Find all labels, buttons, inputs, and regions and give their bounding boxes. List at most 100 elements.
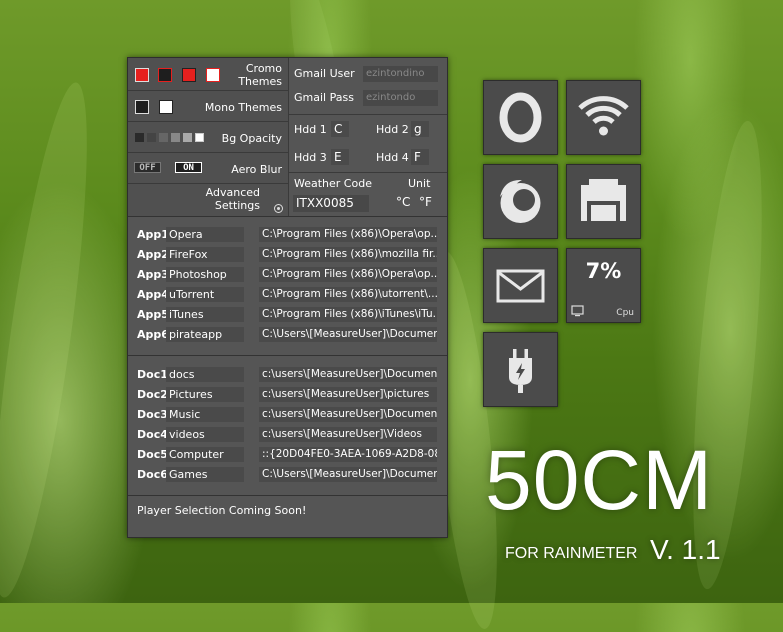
grass-blade [0, 78, 106, 602]
doc-row: Doc3 Music c:\users\[MeasureUser]\Docume… [128, 406, 447, 426]
app-path-input[interactable]: C:\Program Files (x86)\utorrent\... [259, 287, 437, 302]
opacity-step[interactable] [147, 133, 156, 142]
cromo-swatch-white[interactable] [206, 68, 220, 82]
divider [289, 172, 447, 173]
cromo-themes-row: Cromo Themes [128, 58, 288, 91]
divider [128, 355, 447, 356]
hdd3-input[interactable]: E [331, 149, 349, 165]
app-path-input[interactable]: C:\Program Files (x86)\iTunes\iTu... [259, 307, 437, 322]
app-path-input[interactable]: C:\Program Files (x86)\mozilla fir... [259, 247, 437, 262]
app-name-input[interactable]: FireFox [166, 247, 244, 262]
mail-icon [496, 269, 545, 303]
opera-tile[interactable] [483, 80, 558, 155]
cpu-tile[interactable]: 7% Cpu [566, 248, 641, 323]
aero-blur-label: Aero Blur [231, 163, 282, 176]
advanced-settings-row[interactable]: Advanced Settings [128, 184, 288, 216]
mono-swatch-black[interactable] [135, 100, 149, 114]
doc-name-input[interactable]: Pictures [166, 387, 244, 402]
doc-path-input[interactable]: c:\users\[MeasureUser]\Documents [259, 407, 437, 422]
hdd3-label: Hdd 3 [294, 151, 327, 164]
divider [128, 216, 447, 217]
opacity-step[interactable] [183, 133, 192, 142]
doc-row: Doc5 Computer ::{20D04FE0-3AEA-1069-A2D8… [128, 446, 447, 466]
doc-key: Doc5 [137, 448, 168, 461]
doc-name-input[interactable]: Music [166, 407, 244, 422]
weather-unit-label: Unit [408, 177, 431, 190]
brand-version: V. 1.1 [650, 534, 721, 565]
cromo-swatch-red-2[interactable] [182, 68, 196, 82]
opacity-step[interactable] [171, 133, 180, 142]
app-name-input[interactable]: pirateapp [166, 327, 244, 342]
app-key: App6 [137, 328, 169, 341]
explorer-folder-icon [581, 179, 626, 221]
bg-opacity-row: Bg Opacity [128, 122, 288, 153]
gmail-user-input[interactable]: ezintondino [363, 66, 438, 82]
mono-themes-row: Mono Themes [128, 91, 288, 122]
app-path-input[interactable]: C:\Program Files (x86)\Opera\op... [259, 227, 437, 242]
doc-name-input[interactable]: Computer [166, 447, 244, 462]
doc-row: Doc6 Games C:\Users\[MeasureUser]\Docume… [128, 466, 447, 486]
hdd1-input[interactable]: C [331, 121, 349, 137]
cromo-themes-label: Cromo Themes [238, 62, 282, 88]
app-path-input[interactable]: C:\Program Files (x86)\Opera\op... [259, 267, 437, 282]
doc-key: Doc1 [137, 368, 168, 381]
wifi-tile[interactable] [566, 80, 641, 155]
app-row: App5 iTunes C:\Program Files (x86)\iTune… [128, 306, 447, 326]
unit-fahrenheit-option[interactable]: °F [419, 195, 432, 209]
gear-icon[interactable] [274, 204, 283, 213]
settings-panel: Cromo Themes Mono Themes Bg Opacity OFF … [127, 57, 448, 538]
doc-name-input[interactable]: videos [166, 427, 244, 442]
app-key: App1 [137, 228, 169, 241]
doc-path-input[interactable]: c:\users\[MeasureUser]\Videos [259, 427, 437, 442]
app-name-input[interactable]: Photoshop [166, 267, 244, 282]
app-name-input[interactable]: Opera [166, 227, 244, 242]
brand-title: 50CM [485, 433, 714, 527]
doc-path-input[interactable]: c:\users\[MeasureUser]\Documents [259, 367, 437, 382]
doc-key: Doc4 [137, 428, 168, 441]
doc-path-input[interactable]: c:\users\[MeasureUser]\pictures [259, 387, 437, 402]
cpu-label: Cpu [616, 308, 634, 318]
aero-on-toggle[interactable]: ON [175, 162, 202, 173]
firefox-tile[interactable] [483, 164, 558, 239]
unit-celsius-option[interactable]: °C [396, 195, 410, 209]
app-path-input[interactable]: C:\Users\[MeasureUser]\Documen... [259, 327, 437, 342]
opera-icon [499, 92, 542, 143]
doc-name-input[interactable]: docs [166, 367, 244, 382]
mono-swatch-white[interactable] [159, 100, 173, 114]
app-name-input[interactable]: uTorrent [166, 287, 244, 302]
hdd2-label: Hdd 2 [376, 123, 409, 136]
gmail-pass-input[interactable]: ezintondo [363, 90, 438, 106]
explorer-tile[interactable] [566, 164, 641, 239]
aero-blur-row: OFF ON Aero Blur [128, 153, 288, 184]
opacity-step[interactable] [135, 133, 144, 142]
brand-subtitle: FOR RAINMETER [505, 545, 638, 562]
gmail-pass-label: Gmail Pass [294, 91, 354, 104]
app-key: App2 [137, 248, 169, 261]
app-row: App1 Opera C:\Program Files (x86)\Opera\… [128, 226, 447, 246]
app-row: App4 uTorrent C:\Program Files (x86)\uto… [128, 286, 447, 306]
cromo-swatch-black[interactable] [158, 68, 172, 82]
doc-name-input[interactable]: Games [166, 467, 244, 482]
hdd4-label: Hdd 4 [376, 151, 409, 164]
weather-code-input[interactable]: ITXX0085 [293, 195, 369, 212]
doc-key: Doc3 [137, 408, 168, 421]
power-tile[interactable] [483, 332, 558, 407]
doc-path-input[interactable]: C:\Users\[MeasureUser]\Documen... [259, 467, 437, 482]
opacity-step[interactable] [195, 133, 204, 142]
mail-tile[interactable] [483, 248, 558, 323]
app-key: App4 [137, 288, 169, 301]
opacity-step[interactable] [159, 133, 168, 142]
player-selection-text: Player Selection Coming Soon! [137, 504, 307, 517]
app-name-input[interactable]: iTunes [166, 307, 244, 322]
doc-row: Doc2 Pictures c:\users\[MeasureUser]\pic… [128, 386, 447, 406]
doc-key: Doc6 [137, 468, 168, 481]
doc-path-input[interactable]: ::{20D04FE0-3AEA-1069-A2D8-08... [259, 447, 437, 462]
aero-off-toggle[interactable]: OFF [134, 162, 161, 173]
app-key: App3 [137, 268, 169, 281]
app-row: App6 pirateapp C:\Users\[MeasureUser]\Do… [128, 326, 447, 346]
app-row: App2 FireFox C:\Program Files (x86)\mozi… [128, 246, 447, 266]
hdd2-input[interactable]: g [411, 121, 429, 137]
cromo-swatch-red[interactable] [135, 68, 149, 82]
divider [289, 114, 447, 115]
hdd4-input[interactable]: F [411, 149, 429, 165]
